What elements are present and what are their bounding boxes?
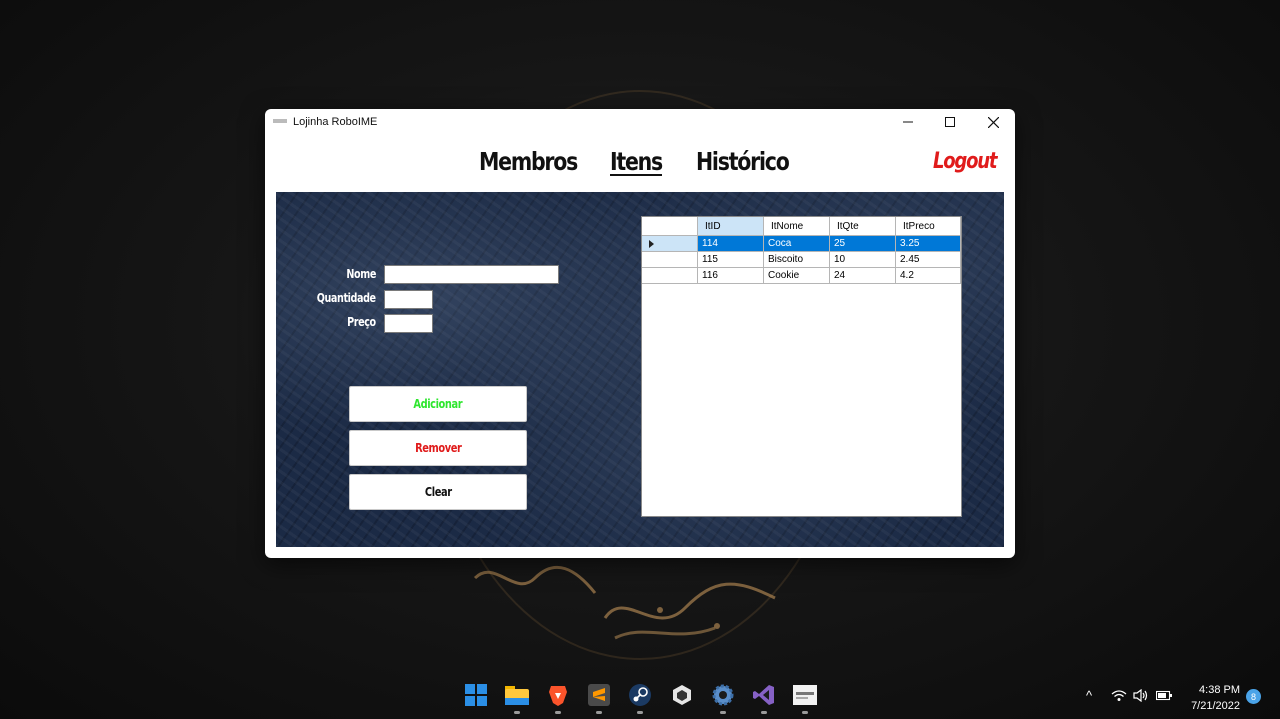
column-header-itid[interactable]: ItID bbox=[698, 217, 764, 236]
brave-browser-icon bbox=[549, 686, 567, 706]
wifi-icon[interactable] bbox=[1111, 689, 1127, 702]
app-icon bbox=[273, 119, 287, 123]
row-header-corner[interactable] bbox=[642, 217, 698, 236]
taskbar: ^ 4:38 PM 7/21/2022 8 bbox=[0, 673, 1280, 719]
steam-button[interactable] bbox=[628, 683, 652, 707]
column-header-itpreco[interactable]: ItPreco bbox=[896, 217, 961, 236]
remover-button[interactable]: Remover bbox=[349, 430, 527, 466]
unity-hub-icon bbox=[673, 685, 691, 705]
settings-button[interactable] bbox=[711, 683, 735, 707]
running-indicator bbox=[761, 711, 767, 714]
cell-itpreco[interactable]: 4.2 bbox=[896, 268, 961, 284]
preco-label: Preço bbox=[347, 315, 376, 329]
quantidade-label: Quantidade bbox=[317, 291, 376, 305]
grid-header-row: ItID ItNome ItQte ItPreco bbox=[642, 217, 961, 236]
maximize-icon bbox=[945, 117, 955, 127]
app-thumbnail-icon bbox=[793, 685, 817, 705]
visual-studio-icon bbox=[753, 685, 774, 705]
cell-itid[interactable]: 115 bbox=[698, 252, 764, 268]
brave-browser-button[interactable] bbox=[546, 683, 570, 707]
logout-link[interactable]: Logout bbox=[933, 149, 998, 174]
nav-membros[interactable]: Membros bbox=[479, 147, 578, 176]
remover-label: Remover bbox=[414, 441, 462, 455]
clear-button[interactable]: Clear bbox=[349, 474, 527, 510]
current-row-arrow-icon bbox=[649, 240, 654, 248]
row-selector[interactable] bbox=[642, 268, 698, 284]
nome-label: Nome bbox=[346, 267, 376, 281]
close-icon bbox=[987, 116, 999, 128]
quantidade-input[interactable] bbox=[384, 290, 433, 309]
minimize-button[interactable] bbox=[886, 109, 930, 135]
notification-badge[interactable]: 8 bbox=[1246, 689, 1261, 704]
volume-icon[interactable] bbox=[1133, 689, 1149, 702]
cell-itid[interactable]: 116 bbox=[698, 268, 764, 284]
row-selector[interactable] bbox=[642, 252, 698, 268]
items-data-grid[interactable]: ItID ItNome ItQte ItPreco 114 Coca 25 3.… bbox=[641, 216, 962, 517]
nav-itens[interactable]: Itens bbox=[610, 147, 663, 176]
sublime-text-icon bbox=[588, 684, 610, 706]
adicionar-label: Adicionar bbox=[413, 397, 463, 411]
start-icon bbox=[465, 684, 487, 706]
visual-studio-button[interactable] bbox=[752, 683, 776, 707]
adicionar-button[interactable]: Adicionar bbox=[349, 386, 527, 422]
minimize-icon bbox=[903, 121, 913, 123]
running-indicator bbox=[802, 711, 808, 714]
nav-historico[interactable]: Histórico bbox=[696, 147, 790, 176]
running-indicator bbox=[637, 711, 643, 714]
cell-itqte[interactable]: 24 bbox=[830, 268, 896, 284]
clock-time: 4:38 PM bbox=[1199, 684, 1240, 696]
cell-itnome[interactable]: Cookie bbox=[764, 268, 830, 284]
running-indicator bbox=[514, 711, 520, 714]
wallpaper-elvish-script bbox=[473, 565, 776, 640]
start-button[interactable] bbox=[464, 683, 488, 707]
cell-itpreco[interactable]: 3.25 bbox=[896, 236, 961, 252]
preco-input[interactable] bbox=[384, 314, 433, 333]
running-indicator bbox=[720, 711, 726, 714]
settings-icon bbox=[712, 684, 734, 706]
cell-itqte[interactable]: 25 bbox=[830, 236, 896, 252]
cell-itqte[interactable]: 10 bbox=[830, 252, 896, 268]
show-hidden-icons-chevron-icon[interactable]: ^ bbox=[1086, 688, 1092, 703]
column-header-itqte[interactable]: ItQte bbox=[830, 217, 896, 236]
app-thumbnail-button[interactable] bbox=[793, 683, 817, 707]
clock-date: 7/21/2022 bbox=[1191, 700, 1240, 712]
title-bar[interactable]: Lojinha RoboIME bbox=[265, 109, 1015, 135]
cell-itid[interactable]: 114 bbox=[698, 236, 764, 252]
steam-icon bbox=[629, 684, 651, 706]
unity-hub-button[interactable] bbox=[670, 683, 694, 707]
table-row[interactable]: 115 Biscoito 10 2.45 bbox=[642, 252, 961, 268]
close-button[interactable] bbox=[971, 109, 1015, 135]
table-row[interactable]: 116 Cookie 24 4.2 bbox=[642, 268, 961, 284]
cell-itnome[interactable]: Biscoito bbox=[764, 252, 830, 268]
clear-label: Clear bbox=[424, 485, 452, 499]
maximize-button[interactable] bbox=[928, 109, 972, 135]
battery-icon[interactable] bbox=[1156, 690, 1172, 701]
row-selector[interactable] bbox=[642, 236, 698, 252]
running-indicator bbox=[596, 711, 602, 714]
items-panel: Nome Quantidade Preço Adicionar Remover … bbox=[276, 192, 1004, 547]
cell-itpreco[interactable]: 2.45 bbox=[896, 252, 961, 268]
cell-itnome[interactable]: Coca bbox=[764, 236, 830, 252]
running-indicator bbox=[555, 711, 561, 714]
window-title: Lojinha RoboIME bbox=[293, 116, 378, 128]
sublime-text-button[interactable] bbox=[587, 683, 611, 707]
file-explorer-button[interactable] bbox=[505, 683, 529, 707]
table-row[interactable]: 114 Coca 25 3.25 bbox=[642, 236, 961, 252]
app-window: Lojinha RoboIME Membros Itens Histórico … bbox=[265, 109, 1015, 558]
taskbar-clock[interactable]: 4:38 PM 7/21/2022 bbox=[1182, 682, 1240, 714]
nome-input[interactable] bbox=[384, 265, 559, 284]
column-header-itnome[interactable]: ItNome bbox=[764, 217, 830, 236]
file-explorer-icon bbox=[505, 686, 529, 705]
